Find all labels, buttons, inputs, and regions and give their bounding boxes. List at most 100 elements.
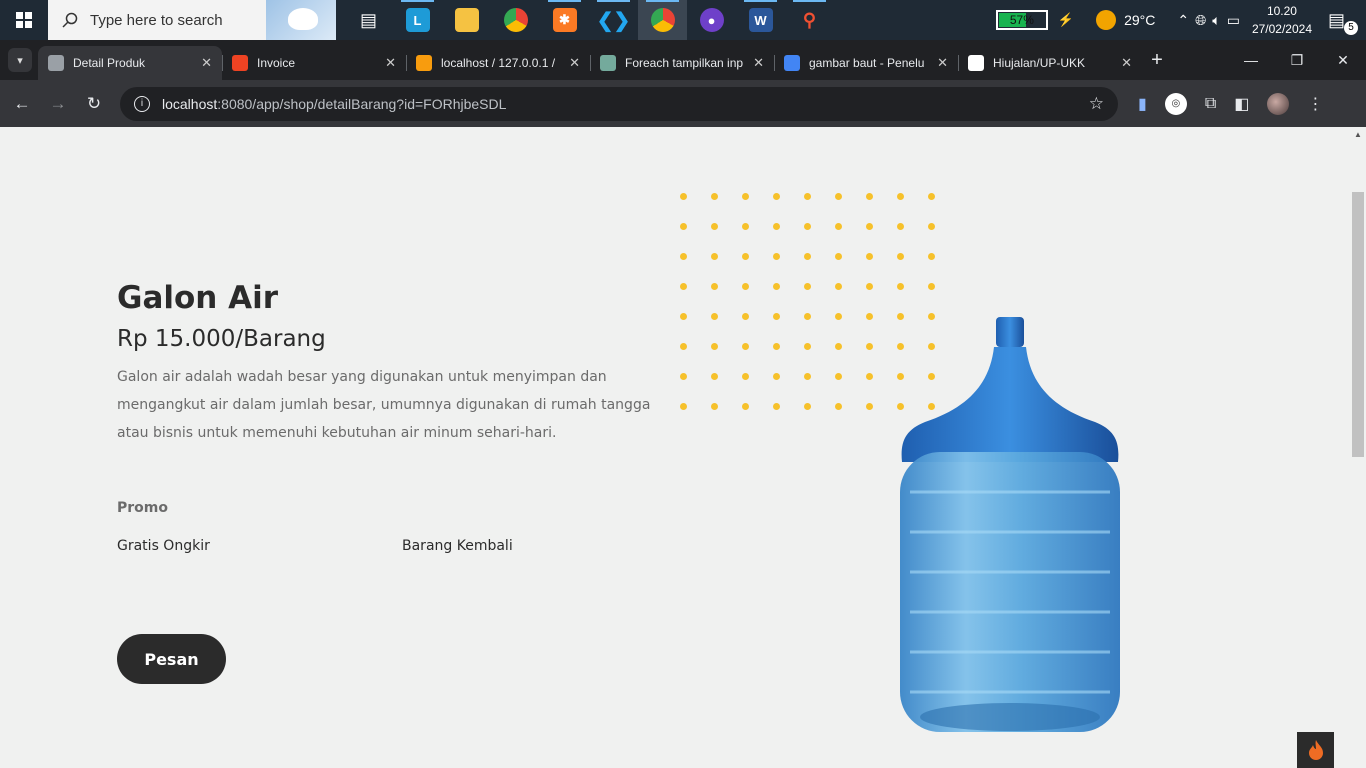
notification-icon: ▤ — [1328, 9, 1346, 30]
browser-tab[interactable]: gambar baut - Penelu ✕ — [774, 46, 958, 80]
decorative-dot — [742, 373, 749, 380]
taskbar-file-explorer[interactable] — [442, 0, 491, 40]
chevron-up-icon[interactable]: ⌃ — [1177, 12, 1189, 29]
temperature: 29°C — [1124, 12, 1156, 28]
codeigniter-icon — [232, 55, 248, 71]
address-url[interactable]: localhost:8080/app/shop/detailBarang?id=… — [162, 96, 1089, 112]
decorative-dot — [773, 343, 780, 350]
tab-search-button[interactable]: ▾ — [8, 48, 32, 72]
decorative-dot — [742, 403, 749, 410]
address-bar[interactable]: i localhost:8080/app/shop/detailBarang?i… — [120, 86, 1118, 121]
git-app-icon: ⚲ — [797, 8, 822, 32]
restore-button[interactable]: ❐ — [1274, 52, 1320, 69]
tab-close-icon[interactable]: ✕ — [385, 55, 396, 71]
tab-close-icon[interactable]: ✕ — [1121, 55, 1132, 71]
firebase-icon[interactable] — [1297, 732, 1334, 768]
forward-button[interactable]: → — [40, 94, 76, 114]
taskbar-github-desktop[interactable]: ● — [687, 0, 736, 40]
taskbar-chrome[interactable] — [491, 0, 540, 40]
side-panel-icon[interactable]: ◧ — [1234, 94, 1249, 114]
decorative-dot — [866, 223, 873, 230]
decorative-dot — [711, 313, 718, 320]
decorative-dot — [680, 283, 687, 290]
weather-widget[interactable]: 29°C — [1096, 10, 1155, 30]
decorative-dot — [680, 193, 687, 200]
decorative-dot — [773, 223, 780, 230]
task-view-button[interactable]: ▤ — [344, 0, 393, 40]
globe-icon — [48, 55, 64, 71]
vscode-icon: ❮❯ — [596, 8, 631, 32]
decorative-dot — [804, 283, 811, 290]
decorative-dot — [711, 283, 718, 290]
decorative-dot — [773, 313, 780, 320]
minimize-button[interactable]: — — [1228, 52, 1274, 68]
tab-title: localhost / 127.0.0.1 / — [441, 56, 556, 70]
decorative-dot — [773, 373, 780, 380]
close-icon: ✕ — [1337, 51, 1349, 68]
taskbar-chrome-profile[interactable] — [638, 0, 687, 40]
browser-tab[interactable]: Detail Produk ✕ — [38, 46, 222, 80]
promo-item-returns: Barang Kembali — [402, 538, 513, 554]
word-icon: W — [748, 8, 773, 32]
close-window-button[interactable]: ✕ — [1320, 52, 1366, 69]
taskbar-app-l[interactable]: L — [393, 0, 442, 40]
tab-close-icon[interactable]: ✕ — [569, 55, 580, 71]
taskbar-xampp[interactable]: ✱ — [540, 0, 589, 40]
scrollbar-thumb[interactable] — [1352, 192, 1364, 457]
menu-dots-icon[interactable]: ⋮ — [1307, 94, 1323, 114]
tab-close-icon[interactable]: ✕ — [937, 55, 948, 71]
chrome-icon — [503, 8, 528, 32]
tab-close-icon[interactable]: ✕ — [201, 55, 212, 71]
product-price: Rp 15.000/Barang — [117, 326, 326, 352]
tab-title: Invoice — [257, 56, 296, 70]
profile-avatar[interactable] — [1267, 92, 1290, 115]
search-placeholder: Type here to search — [90, 11, 223, 29]
browser-tab[interactable]: Invoice ✕ — [222, 46, 406, 80]
decorative-dot — [866, 373, 873, 380]
notification-button[interactable]: ▤ 5 — [1328, 9, 1358, 35]
decorative-dot — [835, 403, 842, 410]
network-icon[interactable]: 🌐︎ — [1195, 12, 1206, 29]
back-button[interactable]: ← — [4, 94, 40, 114]
decorative-dot — [928, 193, 935, 200]
product-description: Galon air adalah wadah besar yang diguna… — [117, 369, 651, 441]
arrow-left-icon: ← — [13, 93, 31, 113]
volume-icon[interactable]: 🔈︎ — [1212, 12, 1220, 29]
browser-tab[interactable]: Foreach tampilkan inp ✕ — [590, 46, 774, 80]
tab-title: Detail Produk — [73, 56, 146, 70]
taskbar-app-git[interactable]: ⚲ — [785, 0, 834, 40]
reload-button[interactable]: ↻ — [76, 94, 112, 114]
site-info-icon[interactable]: i — [134, 95, 150, 112]
taskbar-search-box[interactable]: Type here to search — [48, 0, 336, 40]
l-app-icon: L — [405, 8, 430, 32]
chatgpt-icon — [600, 55, 616, 71]
start-button[interactable] — [0, 0, 48, 40]
browser-tab[interactable]: localhost / 127.0.0.1 / ✕ — [406, 46, 590, 80]
decorative-dot — [897, 283, 904, 290]
charging-icon: ⚡ — [1057, 12, 1075, 27]
tab-title: Hiujalan/UP-UKK — [993, 56, 1086, 70]
battery-indicator[interactable]: 57% — [995, 10, 1048, 30]
page-scrollbar[interactable]: ▲ — [1350, 127, 1366, 768]
decorative-dot — [773, 283, 780, 290]
browser-tab[interactable]: Hiujalan/UP-UKK ✕ — [958, 46, 1142, 80]
promo-item-free-shipping: Gratis Ongkir — [117, 538, 210, 554]
battery-icon[interactable]: ▭ — [1227, 12, 1240, 29]
new-tab-button[interactable]: + — [1142, 49, 1172, 72]
extension-docs-icon[interactable]: ▮ — [1138, 94, 1147, 114]
taskbar-word[interactable]: W — [736, 0, 785, 40]
decorative-dot — [866, 253, 873, 260]
decorative-dot — [711, 403, 718, 410]
order-button[interactable]: Pesan — [117, 634, 226, 684]
task-view-icon: ▤ — [359, 9, 377, 30]
clock[interactable]: 10.20 27/02/2024 — [1252, 2, 1312, 38]
scroll-up-arrow-icon[interactable]: ▲ — [1354, 130, 1362, 139]
phpmyadmin-icon — [416, 55, 432, 71]
decorative-dot — [804, 253, 811, 260]
taskbar-vscode[interactable]: ❮❯ — [589, 0, 638, 40]
tab-close-icon[interactable]: ✕ — [753, 55, 764, 71]
extensions-puzzle-icon[interactable]: ⧉ — [1205, 95, 1216, 113]
extension-circle-icon[interactable]: ◎ — [1164, 92, 1187, 115]
bookmark-star-icon[interactable]: ☆ — [1089, 94, 1104, 114]
browser-toolbar: ← → ↻ i localhost:8080/app/shop/detailBa… — [0, 80, 1366, 127]
